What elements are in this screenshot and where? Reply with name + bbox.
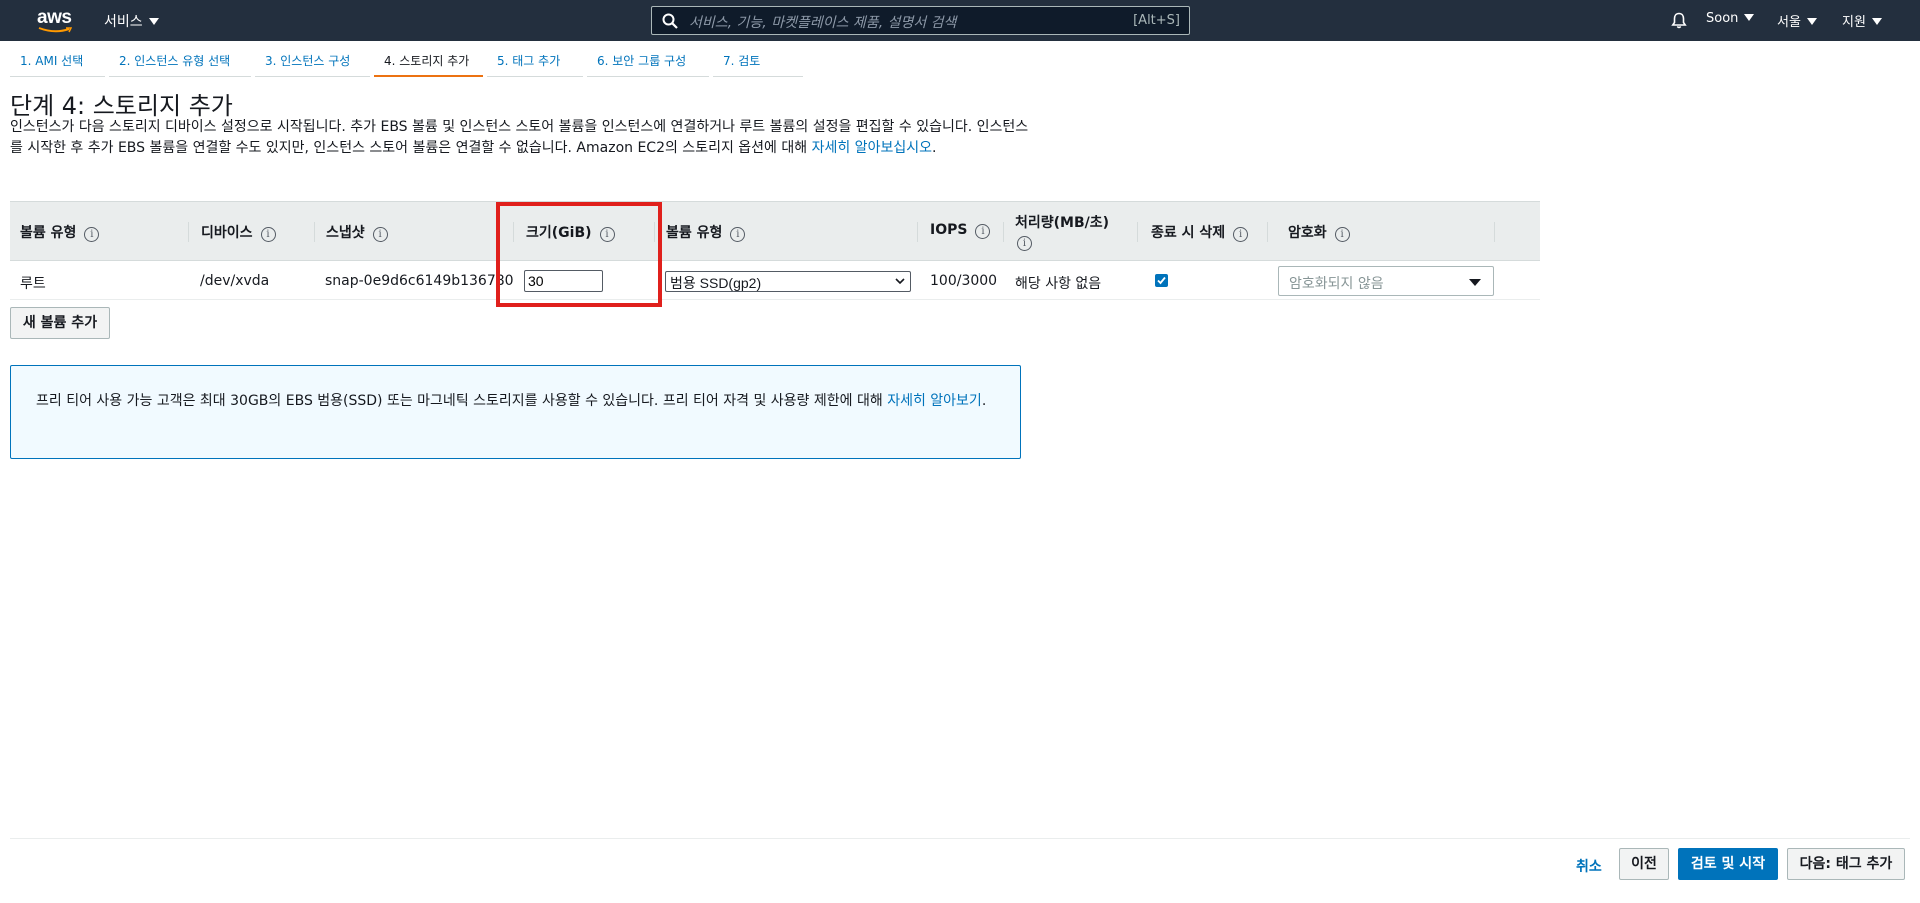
search-icon [662,13,678,29]
alert-text-end: . [981,393,987,409]
column-divider [1137,222,1138,242]
step-add-storage[interactable]: 4. 스토리지 추가 [374,48,483,77]
col-volume-kind: 볼륨 유형 i [20,222,100,242]
previous-button[interactable]: 이전 [1619,848,1669,880]
cell-iops: 100/3000 [930,273,998,289]
step-review[interactable]: 7. 검토 [713,48,803,77]
alert-text-block: 프리 티어 사용 가능 고객은 최대 30GB의 EBS 범용(SSD) 또는 … [36,391,996,412]
cell-device: /dev/xvda [200,273,270,289]
support-menu[interactable]: 지원 [1842,11,1882,30]
col-encryption-label: 암호화 [1288,225,1327,241]
caret-down-icon [1806,18,1817,25]
aws-smile-icon [38,27,72,33]
col-iops-label: IOPS [930,222,968,238]
column-divider [917,222,918,242]
volume-type-value: 범용 SSD(gp2) [670,275,762,291]
col-delete-on-termination: 종료 시 삭제 i [1151,222,1249,242]
region-menu[interactable]: 서울 [1777,11,1817,30]
col-volume-kind-label: 볼륨 유형 [20,225,77,241]
top-nav-bar: aws 서비스 서비스, 기능, 마켓플레이스 제품, 설명서 검색 [Alt+… [0,0,1920,41]
aws-logo-text: aws [37,7,72,28]
cell-snapshot: snap-0e9d6c6149b136780 [325,273,514,289]
description-end: . [931,140,937,156]
free-tier-learn-more-link[interactable]: 자세히 알아보기 [887,393,982,409]
checkmark-icon [1157,276,1166,285]
chevron-down-icon [895,278,905,285]
page-title: 단계 4: 스토리지 추가 [10,92,233,120]
support-label: 지원 [1842,15,1866,30]
add-volume-button[interactable]: 새 볼륨 추가 [10,307,110,339]
review-and-launch-button[interactable]: 검토 및 시작 [1678,848,1778,880]
caret-down-icon [1871,18,1882,25]
aws-logo[interactable]: aws [36,6,72,34]
user-label: Soon [1706,11,1739,26]
encryption-select[interactable]: 암호화되지 않음 [1278,266,1494,296]
col-throughput-label: 처리량(MB/초) [1015,215,1110,231]
size-column-highlight [496,202,662,307]
delete-on-termination-checkbox[interactable] [1155,274,1168,287]
services-menu[interactable]: 서비스 [104,11,159,31]
volume-type-select[interactable]: 범용 SSD(gp2) [665,271,911,292]
info-icon[interactable]: i [975,224,991,239]
cell-throughput: 해당 사항 없음 [1015,276,1102,292]
free-tier-alert: 프리 티어 사용 가능 고객은 최대 30GB의 EBS 범용(SSD) 또는 … [10,365,1021,459]
info-icon[interactable]: i [260,227,276,242]
encryption-value: 암호화되지 않음 [1289,276,1384,292]
caret-down-icon [148,18,159,25]
column-divider [1267,222,1268,242]
storage-options-link[interactable]: 자세히 알아보십시오 [812,140,932,156]
alert-text: 프리 티어 사용 가능 고객은 최대 30GB의 EBS 범용(SSD) 또는 … [36,393,888,409]
column-divider [1003,222,1004,242]
cancel-button[interactable]: 취소 [1576,856,1602,876]
column-divider [314,222,315,242]
footer-divider [10,838,1910,839]
info-icon[interactable]: i [1233,227,1249,242]
info-icon[interactable]: i [372,227,388,242]
region-label: 서울 [1777,15,1801,30]
info-icon[interactable]: i [730,227,746,242]
col-device-label: 디바이스 [201,225,253,241]
col-volume-type: 볼륨 유형 i [666,222,746,242]
table-header: 볼륨 유형 i 디바이스 i 스냅샷 i 크기(GiB) i 볼륨 유형 i IOPS i … [10,201,1540,261]
info-icon[interactable]: i [1017,236,1032,251]
col-encryption: 암호화 i [1288,222,1350,242]
user-menu[interactable]: Soon [1706,11,1755,26]
col-snapshot-label: 스냅샷 [326,225,365,241]
bell-icon[interactable] [1671,12,1687,29]
col-throughput: 처리량(MB/초) i [1015,212,1109,251]
col-snapshot: 스냅샷 i [326,222,388,242]
column-divider [1494,222,1495,242]
step-ami[interactable]: 1. AMI 선택 [10,48,105,77]
table-row: 루트 /dev/xvda snap-0e9d6c6149b136780 범용 S… [10,262,1540,300]
step-security-group[interactable]: 6. 보안 그룹 구성 [587,48,709,77]
info-icon[interactable]: i [1334,227,1350,242]
info-icon[interactable]: i [84,227,100,242]
col-delete-label: 종료 시 삭제 [1151,225,1226,241]
services-label: 서비스 [104,14,143,30]
page-description: 인스턴스가 다음 스토리지 디바이스 설정으로 시작됩니다. 추가 EBS 볼륨… [10,117,1030,159]
col-volume-type-label: 볼륨 유형 [666,225,723,241]
caret-down-icon [1469,279,1481,286]
col-iops: IOPS i [930,222,991,239]
search-shortcut: [Alt+S] [1133,13,1180,28]
caret-down-icon [1744,14,1755,21]
search-bar[interactable]: 서비스, 기능, 마켓플레이스 제품, 설명서 검색 [Alt+S] [651,6,1190,35]
col-device: 디바이스 i [201,222,276,242]
next-add-tags-button[interactable]: 다음: 태그 추가 [1787,848,1905,880]
cell-volume-kind: 루트 [20,276,46,292]
step-instance-type[interactable]: 2. 인스턴스 유형 선택 [109,48,251,77]
step-add-tags[interactable]: 5. 태그 추가 [487,48,583,77]
step-configure-instance[interactable]: 3. 인스턴스 구성 [255,48,370,77]
search-placeholder: 서비스, 기능, 마켓플레이스 제품, 설명서 검색 [689,15,957,31]
column-divider [188,222,189,242]
